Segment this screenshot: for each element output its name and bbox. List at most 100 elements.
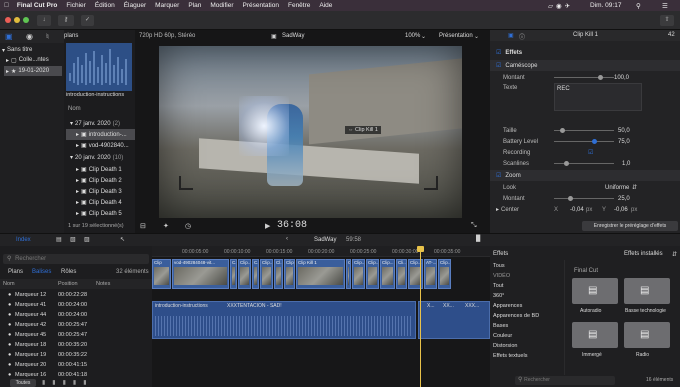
audio-track-secondary[interactable]: X... XX... XXX... <box>418 301 490 339</box>
checkbox-checked-icon[interactable]: ☑ <box>496 62 501 69</box>
overwrite-icon[interactable]: ▨ <box>84 236 90 243</box>
menu-edit[interactable]: Édition <box>95 2 115 9</box>
browser-date-group[interactable]: ▾ 27 janv. 2020 (2) <box>66 118 135 129</box>
browser-clip-row[interactable]: ▸ ▣ introduction-... <box>66 129 135 140</box>
look-popup[interactable]: Uniforme <box>605 185 629 191</box>
size-slider[interactable] <box>554 128 614 133</box>
transform-tool-icon[interactable]: ⊟ <box>140 222 146 230</box>
window-zoom-button[interactable] <box>23 17 29 23</box>
storyline-clip[interactable]: Cli... <box>396 259 407 289</box>
effects-filter-menu[interactable]: Effets installés <box>624 251 663 257</box>
param-value[interactable]: 100,0 <box>614 75 629 81</box>
fullscreen-icon[interactable]: ⤡ <box>471 222 477 230</box>
nav-back-icon[interactable]: ‹ <box>286 236 288 242</box>
library-item-collections[interactable]: ▸ ▢ Colle...ntes <box>6 55 49 65</box>
tool-select-icon[interactable]: ↖ <box>120 236 125 243</box>
menu-help[interactable]: Aide <box>319 2 332 9</box>
slider-knob[interactable] <box>568 196 573 201</box>
effects-category[interactable]: Tout <box>490 281 564 291</box>
marker-row[interactable]: ● Marqueur 20 00:00:41:15 <box>0 360 152 370</box>
center-x-value[interactable]: -0,04 <box>570 207 584 213</box>
storyline-clip[interactable]: Clip... <box>438 259 451 289</box>
storyline-clip[interactable]: Clip... <box>260 259 273 289</box>
viewer-timecode[interactable]: 36:08 <box>277 220 307 231</box>
enhance-tool-icon[interactable]: ✦ <box>163 222 169 230</box>
slider-knob[interactable] <box>598 75 603 80</box>
storyline-clip[interactable]: AT-... <box>424 259 437 289</box>
disclosure-right-icon[interactable]: ▸ <box>496 206 499 213</box>
apple-icon[interactable]:  <box>4 2 9 9</box>
audio-meter-icon[interactable]: █ <box>476 236 480 242</box>
effect-tile-radio[interactable]: ▤ <box>624 322 670 348</box>
library-item-root[interactable]: ▾ Sans titre <box>2 45 32 55</box>
menu-file[interactable]: Fichier <box>66 2 86 9</box>
marker-row[interactable]: ● Marqueur 19 00:00:35:22 <box>0 350 152 360</box>
storyline-clip[interactable]: Clip... <box>238 259 251 289</box>
view-options-menu[interactable]: Présentation <box>439 33 473 39</box>
menu-app-name[interactable]: Final Cut Pro <box>17 2 57 9</box>
column-header-name[interactable]: Nom <box>3 281 15 287</box>
playhead[interactable] <box>420 246 421 387</box>
browser-clip-row[interactable]: ▸ ▣ Clip Death 1 <box>66 164 135 175</box>
audio-track-main[interactable]: introduction-instructions XXXTENTACION -… <box>152 301 416 339</box>
effects-category[interactable]: Effets textuels <box>490 351 564 361</box>
effects-category[interactable]: Distorsion <box>490 341 564 351</box>
photos-icon[interactable]: ◉ <box>26 32 33 41</box>
param-value[interactable]: 1,0 <box>622 161 630 167</box>
storyline-clip[interactable]: Clip... <box>380 259 395 289</box>
titles-icon[interactable]: ♮ <box>46 32 49 41</box>
effects-category[interactable]: Bases <box>490 321 564 331</box>
marker-row[interactable]: ● Marqueur 42 00:00:25:47 <box>0 320 152 330</box>
window-minimize-button[interactable] <box>14 17 20 23</box>
slider-knob[interactable] <box>564 161 569 166</box>
tab-tags[interactable]: Balises <box>32 269 51 275</box>
waveform-thumbnail[interactable] <box>66 43 132 91</box>
menu-mark[interactable]: Marquer <box>155 2 179 9</box>
inspector-effect-camcorder[interactable]: ☑ Caméscope <box>490 60 680 71</box>
tab-roles[interactable]: Rôles <box>61 269 76 275</box>
video-inspector-icon[interactable]: ▣ <box>508 32 514 39</box>
keywords-button[interactable]: ⚷ <box>58 15 74 26</box>
menu-view[interactable]: Présentation <box>242 2 279 9</box>
append-icon[interactable]: ▤ <box>56 236 62 243</box>
amount-slider[interactable] <box>554 75 614 80</box>
browser-clip-row[interactable]: ▸ ▣ Clip Death 5 <box>66 208 135 219</box>
browser-clip-row[interactable]: ▸ ▣ vod-4902840... <box>66 140 135 151</box>
search-icon[interactable]: ⚲ <box>636 2 641 10</box>
menu-window[interactable]: Fenêtre <box>288 2 310 9</box>
marker-row[interactable]: ● Marqueur 12 00:00:22:28 <box>0 290 152 300</box>
share-button[interactable]: ⇧ <box>660 15 674 26</box>
text-field[interactable]: REC <box>554 83 642 111</box>
slider-knob[interactable] <box>592 139 597 144</box>
checkbox-checked-icon[interactable]: ☑ <box>496 49 501 56</box>
effects-search-field[interactable]: ⚲ Rechercher <box>515 376 615 385</box>
speed-tool-icon[interactable]: ◷ <box>185 222 191 230</box>
marker-row[interactable]: ● Marqueur 45 00:00:25:47 <box>0 330 152 340</box>
browser-clip-row[interactable]: ▸ ▣ Clip Death 2 <box>66 175 135 186</box>
param-value[interactable]: 50,0 <box>618 128 630 134</box>
checkbox-checked-icon[interactable]: ☑ <box>496 172 501 179</box>
param-value[interactable]: 75,0 <box>618 139 630 145</box>
save-preset-button[interactable]: Enregistrer le préréglage d’effets <box>582 221 678 231</box>
effects-category[interactable]: Tous <box>490 261 564 271</box>
effects-category[interactable]: 360° <box>490 291 564 301</box>
storyline-clip[interactable]: C... <box>252 259 259 289</box>
playhead-handle[interactable] <box>417 246 424 252</box>
storyline-clip[interactable]: Clip... <box>352 259 365 289</box>
storyline-clip[interactable]: Clip... <box>366 259 379 289</box>
import-button[interactable]: ↓ <box>37 15 51 26</box>
browser-date-group[interactable]: ▾ 20 janv. 2020 (10) <box>66 152 135 163</box>
effect-tile-car-radio[interactable]: ▤ <box>572 278 618 304</box>
menu-trim[interactable]: Élaguer <box>124 2 146 9</box>
storyline-clip[interactable]: Clip <box>152 259 171 289</box>
scanlines-slider[interactable] <box>554 161 614 166</box>
marker-row[interactable]: ● Marqueur 41 00:00:24:00 <box>0 300 152 310</box>
browser-clip-row[interactable]: ▸ ▣ Clip Death 3 <box>66 186 135 197</box>
menubar-clock[interactable]: Dim. 09:17 <box>590 2 621 9</box>
effects-category[interactable]: Apparences de BD <box>490 311 564 321</box>
storyline-clip[interactable]: Clip Kill 1 <box>296 259 345 289</box>
effects-category[interactable]: Apparences <box>490 301 564 311</box>
menu-list-icon[interactable]: ☰ <box>662 2 668 10</box>
library-item-event[interactable]: ▸ ★ 19-01-2020 <box>4 66 62 76</box>
battery-slider[interactable] <box>554 139 614 144</box>
